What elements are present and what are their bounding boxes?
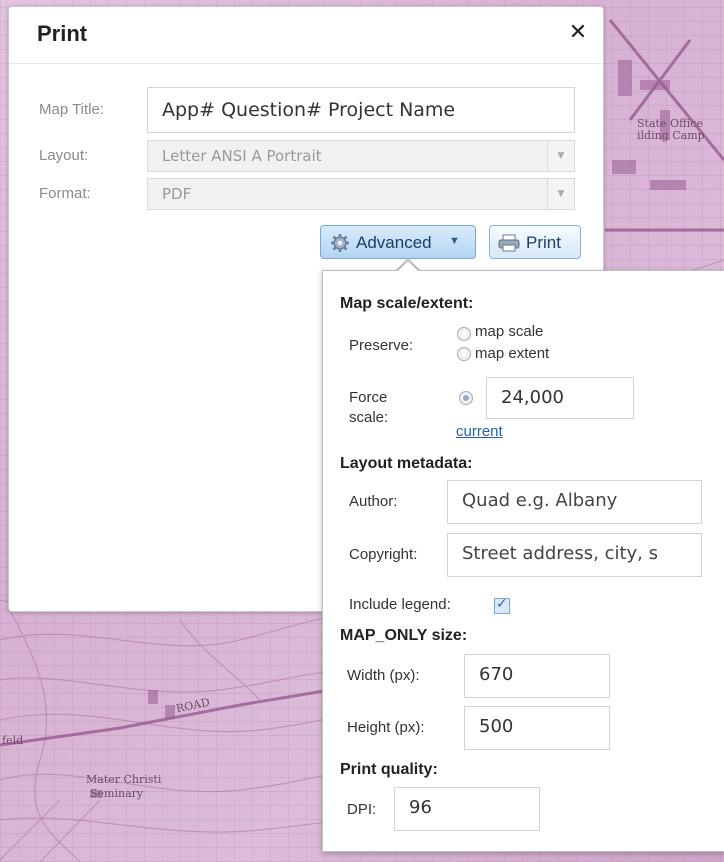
- width-label: Width (px):: [347, 667, 420, 684]
- layout-label: Layout:: [39, 147, 89, 164]
- force-scale-input[interactable]: 24,000: [486, 377, 634, 419]
- chevron-down-icon[interactable]: ▼: [547, 141, 574, 171]
- advanced-options-panel: Map scale/extent: Preserve: map scale ma…: [322, 270, 724, 852]
- height-input[interactable]: 500: [464, 706, 610, 750]
- width-input[interactable]: 670: [464, 654, 610, 698]
- map-label-field: feld: [2, 734, 24, 747]
- preserve-map-scale-radio[interactable]: [457, 327, 471, 341]
- printer-icon: [498, 234, 520, 252]
- panel-pointer-inner: [398, 261, 418, 271]
- author-input[interactable]: Quad e.g. Albany: [447, 480, 702, 524]
- force-scale-label: Force: [349, 389, 388, 406]
- format-select[interactable]: PDF ▼: [147, 178, 575, 210]
- include-legend-checkbox[interactable]: [494, 596, 510, 614]
- preserve-map-scale-label[interactable]: map scale: [475, 323, 543, 340]
- force-scale-radio[interactable]: [459, 391, 473, 405]
- dialog-title: Print: [37, 21, 88, 46]
- map-label-seminary: Seminary: [90, 787, 144, 800]
- map-title-input[interactable]: App# Question# Project Name: [147, 87, 575, 133]
- gear-icon: [331, 234, 349, 252]
- map-scale-extent-heading: Map scale/extent:: [340, 295, 474, 312]
- copyright-label: Copyright:: [349, 546, 418, 563]
- dialog-divider: [9, 63, 603, 64]
- copyright-input[interactable]: Street address, city, s: [447, 533, 702, 577]
- format-select-value: PDF: [162, 185, 192, 203]
- layout-select-value: Letter ANSI A Portrait: [162, 147, 322, 165]
- preserve-map-extent-label[interactable]: map extent: [475, 345, 549, 362]
- dialog-header: Print ✕: [9, 7, 603, 59]
- author-label: Author:: [349, 493, 398, 510]
- height-label: Height (px):: [347, 719, 425, 736]
- preserve-label: Preserve:: [349, 337, 414, 354]
- format-label: Format:: [39, 185, 91, 202]
- map-label-building-campus: ilding Camp: [637, 129, 705, 142]
- layout-select[interactable]: Letter ANSI A Portrait ▼: [147, 140, 575, 172]
- close-icon[interactable]: ✕: [565, 20, 591, 46]
- caret-down-icon: ▼: [449, 235, 460, 247]
- print-button[interactable]: Print: [489, 225, 581, 259]
- current-scale-link[interactable]: current: [456, 423, 503, 440]
- layout-metadata-heading: Layout metadata:: [340, 455, 473, 472]
- print-quality-heading: Print quality:: [340, 761, 438, 778]
- force-scale-label-2: scale:: [349, 409, 389, 426]
- include-legend-label: Include legend:: [349, 596, 451, 613]
- map-only-size-heading: MAP_ONLY size:: [340, 627, 468, 644]
- map-label-mater-christi: Mater Christi: [86, 773, 162, 786]
- map-title-label: Map Title:: [39, 101, 105, 118]
- advanced-button-label: Advanced: [356, 233, 432, 252]
- print-button-label: Print: [526, 233, 561, 252]
- dpi-label: DPI:: [347, 801, 377, 818]
- preserve-map-extent-radio[interactable]: [457, 347, 471, 361]
- dpi-input[interactable]: 96: [394, 787, 540, 831]
- advanced-button[interactable]: Advanced ▼: [320, 225, 476, 259]
- chevron-down-icon[interactable]: ▼: [547, 179, 574, 209]
